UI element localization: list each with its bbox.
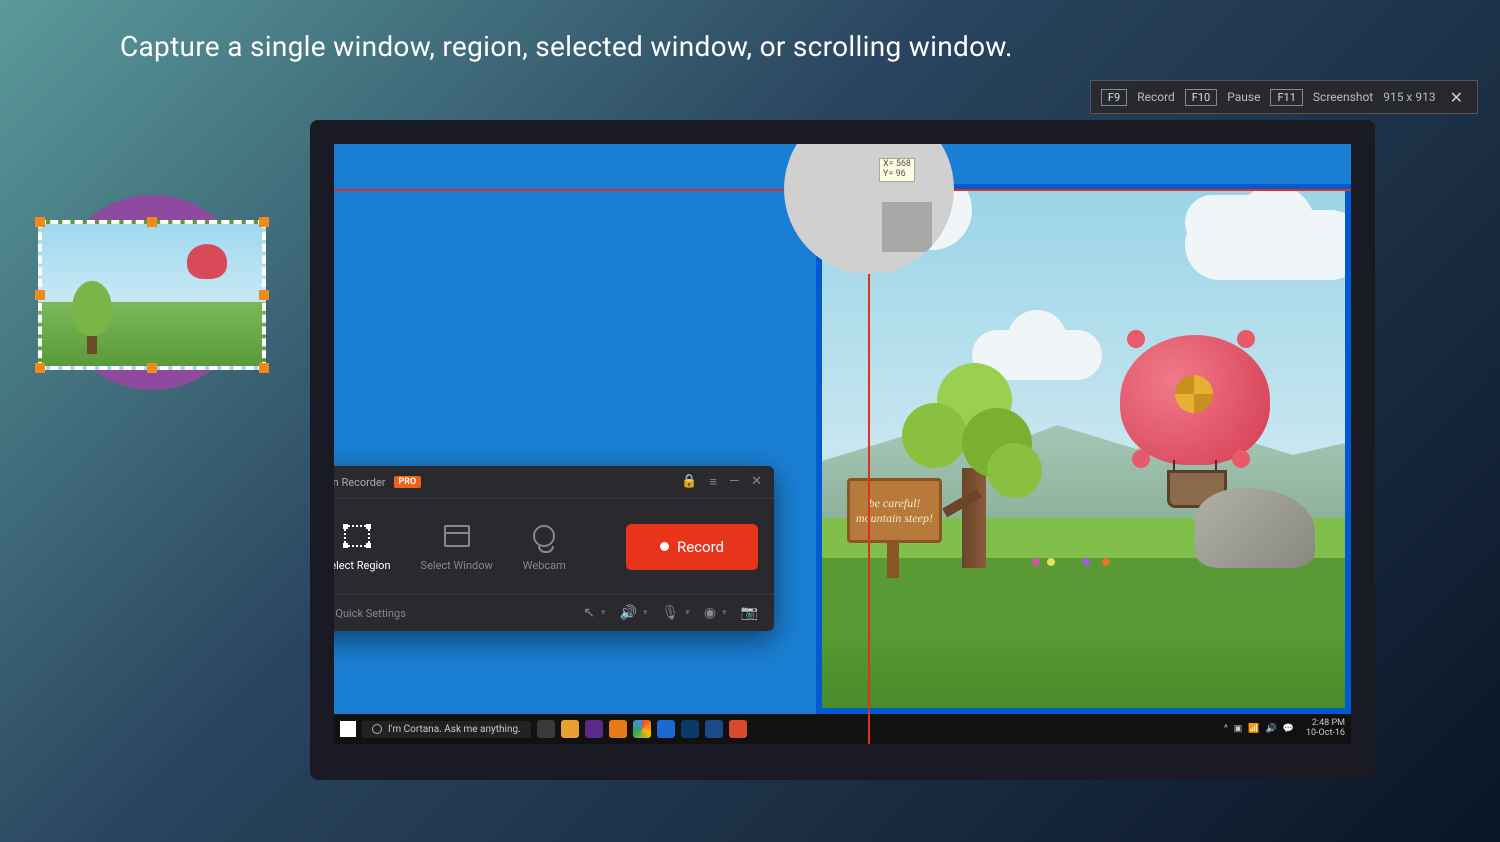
sign-text: be careful! mountain steep!: [847, 478, 942, 543]
cursor-toggle[interactable]: ↖▾: [583, 605, 605, 621]
resize-handle[interactable]: [147, 217, 157, 227]
webcam-toggle[interactable]: ◉▾: [704, 605, 727, 621]
webcam-icon: [533, 525, 555, 547]
microphone-icon: 🎙: [662, 605, 680, 621]
webcam-small-icon: ◉: [704, 605, 716, 621]
page-headline: Capture a single window, region, selecte…: [120, 30, 1013, 63]
resize-handle[interactable]: [35, 217, 45, 227]
tray-notifications-icon[interactable]: 💬: [1283, 724, 1294, 734]
chevron-down-icon: ▾: [722, 608, 727, 618]
recorder-titlebar[interactable]: TweakShot Screen Recorder PRO 🔒 ≡ — ✕: [334, 466, 774, 499]
taskbar-app-icon[interactable]: [609, 720, 627, 738]
resize-handle[interactable]: [259, 290, 269, 300]
taskbar-chrome-icon[interactable]: [633, 720, 651, 738]
camera-icon: 📷: [741, 605, 758, 621]
resize-handle[interactable]: [259, 363, 269, 373]
start-button[interactable]: [340, 721, 356, 737]
resize-handle[interactable]: [147, 363, 157, 373]
audio-toggle[interactable]: 🔊▾: [620, 605, 648, 621]
system-tray[interactable]: ^ ▣ 📶 🔊 💬: [1224, 724, 1294, 734]
screenshot-toggle[interactable]: 📷: [741, 605, 758, 621]
desktop-screen[interactable]: be careful! mountain steep! X= 568Y= 96 …: [334, 144, 1351, 744]
mode-select-window[interactable]: Select Window: [411, 517, 503, 576]
region-thumbnail: [30, 190, 275, 405]
tray-icon[interactable]: ▣: [1234, 724, 1243, 734]
selection-frame[interactable]: [38, 220, 266, 370]
speaker-icon: 🔊: [620, 605, 637, 621]
chevron-down-icon: ▾: [685, 608, 690, 618]
close-icon[interactable]: ✕: [1446, 88, 1467, 107]
mode-label: Webcam: [523, 559, 566, 572]
hotkey-pause: F10: [1185, 89, 1217, 106]
mode-label: Select Window: [421, 559, 493, 572]
resize-handle[interactable]: [35, 363, 45, 373]
menu-icon[interactable]: ≡: [709, 474, 717, 490]
quick-settings-button[interactable]: ⚙ Quick Settings: [334, 605, 406, 621]
hotkey-screenshot: F11: [1270, 89, 1302, 106]
record-button-label: Record: [677, 538, 724, 556]
cortana-icon: [372, 724, 382, 734]
hotkey-record-label: Record: [1137, 90, 1175, 104]
minimize-icon[interactable]: —: [729, 474, 739, 490]
region-icon: [344, 525, 370, 547]
mode-webcam[interactable]: Webcam: [513, 517, 576, 576]
quick-settings-label: Quick Settings: [335, 607, 406, 620]
capture-control-bar: F9 Record F10 Pause F11 Screenshot 915 x…: [1090, 80, 1478, 114]
coordinate-tooltip: X= 568Y= 96: [879, 158, 915, 182]
window-icon: [444, 525, 470, 547]
resize-handle[interactable]: [259, 217, 269, 227]
app-title: TweakShot Screen Recorder: [334, 476, 386, 489]
chevron-down-icon: ▾: [601, 608, 606, 618]
taskbar-app-icon[interactable]: [657, 720, 675, 738]
recorder-panel[interactable]: TweakShot Screen Recorder PRO 🔒 ≡ — ✕ Fu…: [334, 466, 774, 631]
balloon-graphic: [1120, 335, 1270, 465]
mic-toggle[interactable]: 🎙▾: [662, 605, 690, 621]
windows-taskbar[interactable]: I'm Cortana. Ask me anything. ^ ▣ 📶 🔊 💬 …: [334, 714, 1351, 744]
record-button[interactable]: Record: [626, 524, 758, 570]
hotkey-screenshot-label: Screenshot: [1313, 90, 1373, 104]
taskbar-app-icon[interactable]: [561, 720, 579, 738]
mode-label: Select Region: [334, 559, 391, 572]
taskbar-app-icon[interactable]: [585, 720, 603, 738]
tray-chevron-icon[interactable]: ^: [1224, 724, 1228, 734]
taskbar-app-icon[interactable]: [729, 720, 747, 738]
monitor-frame: be careful! mountain steep! X= 568Y= 96 …: [310, 120, 1375, 780]
taskbar-app-icon[interactable]: [681, 720, 699, 738]
lock-icon[interactable]: 🔒: [681, 474, 697, 490]
taskbar-app-icon[interactable]: [705, 720, 723, 738]
taskbar-clock[interactable]: 2:48 PM10-Oct-16: [1306, 719, 1345, 739]
cortana-placeholder: I'm Cortana. Ask me anything.: [388, 724, 521, 735]
cortana-search[interactable]: I'm Cortana. Ask me anything.: [362, 721, 531, 738]
pro-badge: PRO: [394, 476, 422, 488]
hotkey-pause-label: Pause: [1227, 90, 1260, 104]
tray-network-icon[interactable]: 📶: [1248, 724, 1259, 734]
hotkey-record: F9: [1101, 89, 1127, 106]
taskbar-app-icon[interactable]: [537, 720, 555, 738]
chevron-down-icon: ▾: [643, 608, 648, 618]
tray-volume-icon[interactable]: 🔊: [1266, 724, 1277, 734]
capture-dimensions: 915 x 913: [1383, 90, 1435, 104]
close-icon[interactable]: ✕: [751, 474, 762, 490]
record-dot-icon: [660, 542, 669, 551]
resize-handle[interactable]: [35, 290, 45, 300]
cursor-icon: ↖: [583, 605, 595, 621]
mode-select-region[interactable]: Select Region: [334, 517, 401, 576]
